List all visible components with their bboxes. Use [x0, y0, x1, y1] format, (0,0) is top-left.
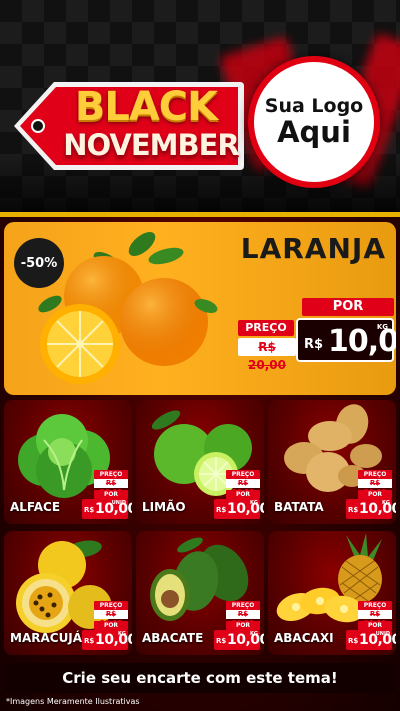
currency-symbol: R$	[216, 637, 227, 645]
product-card-limao: LIMÃO PREÇO R$ 20,00 POR R$ 10,00 KG	[136, 400, 264, 524]
old-price: R$ 20,00	[238, 338, 296, 372]
logo-line1: Sua Logo	[264, 94, 364, 117]
product-name: ABACATE	[142, 631, 204, 645]
logo-line2: Aqui	[277, 114, 351, 149]
por-label: POR	[358, 490, 392, 499]
tag-title-black: BLACK	[74, 84, 218, 130]
new-price-box: R$ 10,00 KG	[346, 499, 396, 519]
product-name: BATATA	[274, 500, 324, 514]
unit-label: KG	[382, 500, 390, 506]
new-price-box: R$ 10,00 KG	[82, 630, 132, 650]
old-price: R$ 20,00	[226, 610, 260, 627]
product-card-abacaxi: ABACAXI PREÇO R$ 20,00 POR R$ 10,00 UNID	[268, 531, 396, 655]
product-card-abacate: ABACATE PREÇO R$ 20,00 POR R$ 10,00 KG	[136, 531, 264, 655]
por-label: POR	[302, 298, 394, 316]
product-name: LIMÃO	[142, 500, 186, 514]
disclaimer-text: *Imagens Meramente Ilustrativas	[6, 697, 140, 706]
price-tag: PREÇO R$ 20,00 POR R$ 10,00 KG	[214, 601, 264, 651]
featured-price-tag: POR PREÇO R$ 20,00 R$ 10,00 KG	[238, 298, 396, 372]
preco-label: PREÇO	[358, 470, 392, 479]
por-label: POR	[226, 621, 260, 630]
preco-label: PREÇO	[358, 601, 392, 610]
product-card-batata: BATATA PREÇO R$ 20,00 POR R$ 10,00 KG	[268, 400, 396, 524]
unit-label: KG	[376, 323, 388, 331]
por-label: POR	[94, 490, 128, 499]
por-label: POR	[358, 621, 392, 630]
cta-banner[interactable]: Crie seu encarte com este tema!	[4, 663, 396, 693]
new-price-box: R$ 10,00 KG	[214, 630, 264, 650]
currency-symbol: R$	[348, 506, 359, 514]
currency-symbol: R$	[84, 637, 95, 645]
old-price: R$ 20,00	[358, 610, 392, 627]
por-label: POR	[226, 490, 260, 499]
unit-label: KG	[250, 631, 258, 637]
old-price: R$ 20,00	[94, 610, 128, 627]
price-tag: PREÇO R$ 20,00 POR R$ 10,00 UNID	[346, 601, 396, 651]
flyer: BLACK NOVEMBER Sua Logo Aqui -50% LARANJ…	[0, 0, 400, 711]
featured-product: -50% LARANJA POR PREÇO R$ 20,00 R$ 10,0 …	[4, 222, 396, 395]
product-name: MARACUJÁ	[10, 631, 83, 645]
unit-label: KG	[250, 500, 258, 506]
price-tag: PREÇO R$ 20,00 POR R$ 10,00 KG	[346, 470, 396, 520]
featured-product-name: LARANJA	[240, 232, 386, 265]
unit-label: KG	[118, 631, 126, 637]
new-price: 10,00	[227, 501, 264, 517]
currency-symbol: R$	[348, 637, 359, 645]
product-name: ALFACE	[10, 500, 61, 514]
preco-label: PREÇO	[94, 470, 128, 479]
preco-label: PREÇO	[226, 601, 260, 610]
logo-placeholder: Sua Logo Aqui	[248, 56, 380, 188]
product-name: ABACAXI	[274, 631, 334, 645]
price-tag: PREÇO R$ 20,00 POR R$ 10,00 KG	[214, 470, 264, 520]
old-price: R$ 20,00	[94, 479, 128, 496]
new-price: 10,00	[227, 632, 264, 648]
new-price-box: R$ 10,00 UNID	[346, 630, 396, 650]
product-card-maracuja: MARACUJÁ PREÇO R$ 20,00 POR R$ 10,00 KG	[4, 531, 132, 655]
new-price-box: R$ 10,00 KG	[296, 318, 396, 362]
new-price-box: R$ 10,00 UNID	[82, 499, 132, 519]
old-price: R$ 20,00	[358, 479, 392, 496]
preco-label: PREÇO	[238, 320, 294, 336]
header-divider	[0, 212, 400, 217]
preco-label: PREÇO	[226, 470, 260, 479]
price-tag: PREÇO R$ 20,00 POR R$ 10,00 UNID	[82, 470, 132, 520]
new-price: 10,00	[359, 501, 396, 517]
preco-label: PREÇO	[94, 601, 128, 610]
unit-label: UNID	[111, 500, 126, 506]
currency-symbol: R$	[216, 506, 227, 514]
tag-title-november: NOVEMBER	[63, 128, 240, 162]
por-label: POR	[94, 621, 128, 630]
currency-symbol: R$	[84, 506, 95, 514]
price-tag: PREÇO R$ 20,00 POR R$ 10,00 KG	[82, 601, 132, 651]
new-price: 10,00	[95, 632, 132, 648]
currency-symbol: R$	[304, 337, 324, 352]
unit-label: UNID	[375, 631, 390, 637]
discount-badge: -50%	[14, 238, 64, 288]
old-price: R$ 20,00	[226, 479, 260, 496]
black-november-tag: BLACK NOVEMBER	[10, 78, 246, 174]
header-banner: BLACK NOVEMBER Sua Logo Aqui	[0, 0, 400, 212]
product-card-alface: ALFACE PREÇO R$ 20,00 POR R$ 10,00 UNID	[4, 400, 132, 524]
new-price-box: R$ 10,00 KG	[214, 499, 264, 519]
